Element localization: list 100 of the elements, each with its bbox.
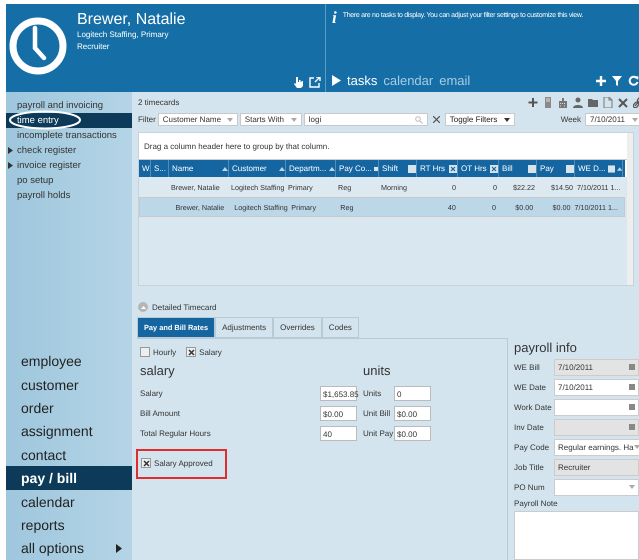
document-icon[interactable] xyxy=(543,96,553,108)
timecard-count: 2 timecards xyxy=(138,98,180,106)
section-heading: salary xyxy=(140,363,176,378)
input-field[interactable]: 40 xyxy=(320,426,357,440)
date-field[interactable]: 7/10/2011 xyxy=(585,113,639,126)
company-text: Logitech Staffing, Primary xyxy=(77,29,168,41)
filter-label: Filter xyxy=(138,115,156,124)
checkbox[interactable] xyxy=(140,347,150,357)
sort-arrow-icon[interactable] xyxy=(329,166,335,170)
field-label: Units xyxy=(363,388,382,398)
info-icon: i xyxy=(332,10,337,26)
external-link-icon[interactable] xyxy=(309,76,321,88)
scrollbar[interactable] xyxy=(627,133,633,285)
group-hint: Drag a column header here to group by that column. xyxy=(144,142,330,150)
input-field[interactable]: $1,653.85 xyxy=(320,386,357,400)
field-label: Salary xyxy=(140,388,164,398)
expand-arrow-icon[interactable] xyxy=(8,162,13,169)
field-label: Unit Pay xyxy=(363,428,394,438)
input-field[interactable]: $0.00 xyxy=(394,426,431,440)
nav-item[interactable]: payroll and invoicing xyxy=(6,98,132,113)
column-filter-icon[interactable] xyxy=(374,164,378,172)
folder-icon[interactable] xyxy=(588,96,598,108)
nav-item[interactable]: employee xyxy=(6,349,132,373)
nav-item[interactable]: po setup xyxy=(6,173,132,188)
nav-item[interactable]: assignment xyxy=(6,420,132,444)
nav-item[interactable]: check register xyxy=(6,143,132,158)
caret-icon[interactable] xyxy=(504,118,510,122)
checkbox-label: Hourly xyxy=(153,348,176,356)
dropdown-arrow-icon[interactable] xyxy=(629,485,635,489)
tab[interactable]: Codes xyxy=(322,317,359,338)
sort-arrow-icon[interactable] xyxy=(222,166,228,170)
nav-item[interactable]: calendar xyxy=(6,490,132,514)
person-icon[interactable] xyxy=(573,96,583,108)
field-label: WE Bill xyxy=(514,362,541,372)
column-filter-icon[interactable] xyxy=(608,164,615,172)
field-label: Payroll Note xyxy=(514,499,559,508)
panel-tab[interactable]: tasks xyxy=(347,73,378,88)
add-icon[interactable] xyxy=(528,96,538,108)
play-icon[interactable] xyxy=(332,75,341,86)
week-label: Week xyxy=(560,115,581,124)
dropdown-arrow-icon[interactable] xyxy=(290,118,297,122)
nav-item[interactable]: invoice register xyxy=(6,158,132,173)
pages-icon[interactable] xyxy=(603,96,613,108)
column-filter-icon[interactable] xyxy=(566,164,574,172)
input-field[interactable] xyxy=(554,398,639,416)
column-filter-icon[interactable] xyxy=(528,164,536,172)
dropdown-field[interactable]: Starts With xyxy=(240,113,302,126)
expand-arrow-icon[interactable] xyxy=(116,544,122,553)
sort-arrow-icon[interactable] xyxy=(616,166,622,170)
building-icon[interactable] xyxy=(558,96,568,108)
nav-item[interactable]: customer xyxy=(6,372,132,396)
dropdown-arrow-icon[interactable] xyxy=(634,445,639,449)
column-filter-icon[interactable] xyxy=(490,164,498,172)
nav-item[interactable]: order xyxy=(6,396,132,420)
nav-item[interactable]: contact xyxy=(6,443,132,466)
toggle-filters-button[interactable]: Toggle Filters xyxy=(444,113,515,126)
nav-item[interactable]: all options xyxy=(6,536,132,560)
nav-item[interactable]: reports xyxy=(6,513,132,537)
tab[interactable]: Overrides xyxy=(273,317,322,338)
section-heading: units xyxy=(363,363,392,378)
section-heading: payroll info xyxy=(514,340,578,355)
dropdown-field[interactable]: Regular earnings. Ha xyxy=(554,438,639,456)
dropdown-arrow-icon[interactable] xyxy=(632,118,638,122)
nav-item[interactable]: time entry xyxy=(6,113,132,128)
field-label: Total Regular Hours xyxy=(140,428,212,438)
close-icon[interactable] xyxy=(618,96,628,108)
checkbox-label: Salary Approved xyxy=(154,458,213,468)
input-field[interactable]: $0.00 xyxy=(320,406,357,420)
input-field[interactable]: 0 xyxy=(394,386,431,400)
input-field[interactable]: 7/10/2011 xyxy=(554,378,639,396)
field-label: Pay Code xyxy=(514,442,550,452)
checkbox[interactable] xyxy=(186,347,196,357)
dropdown-field[interactable]: Customer Name xyxy=(158,113,238,126)
field-label: Work Date xyxy=(514,402,553,412)
column-filter-icon[interactable] xyxy=(408,164,416,172)
field-label: Job Title xyxy=(514,462,545,472)
checkbox-label: Salary xyxy=(199,348,222,356)
dropdown-field[interactable] xyxy=(554,478,639,496)
search-field[interactable]: logi xyxy=(304,113,428,126)
person-name: Brewer, Natalie xyxy=(77,10,186,29)
field-label: PO Num xyxy=(514,482,546,492)
clear-icon[interactable] xyxy=(432,116,440,123)
field-label: Bill Amount xyxy=(140,408,182,418)
expand-arrow-icon[interactable] xyxy=(8,147,13,154)
nav-item[interactable]: incomplete transactions xyxy=(6,128,132,143)
field-label: Unit Bill xyxy=(363,408,392,418)
section-title: Detailed Timecard xyxy=(152,302,216,312)
role-text: Recruiter xyxy=(77,41,110,53)
input-field[interactable]: $0.00 xyxy=(394,406,431,420)
tab[interactable]: Adjustments xyxy=(215,317,274,338)
checkbox[interactable] xyxy=(141,458,151,468)
dropdown-arrow-icon[interactable] xyxy=(226,118,233,122)
filter-icon[interactable] xyxy=(612,76,622,86)
pointer-hand-icon[interactable] xyxy=(293,76,303,88)
refresh-icon[interactable] xyxy=(628,75,639,86)
sort-arrow-icon[interactable] xyxy=(279,166,285,170)
nav-item[interactable]: payroll holds xyxy=(6,188,132,203)
field-label: Inv Date xyxy=(514,422,545,432)
column-filter-icon[interactable] xyxy=(449,164,457,172)
nav-item[interactable]: pay / bill xyxy=(6,466,132,490)
